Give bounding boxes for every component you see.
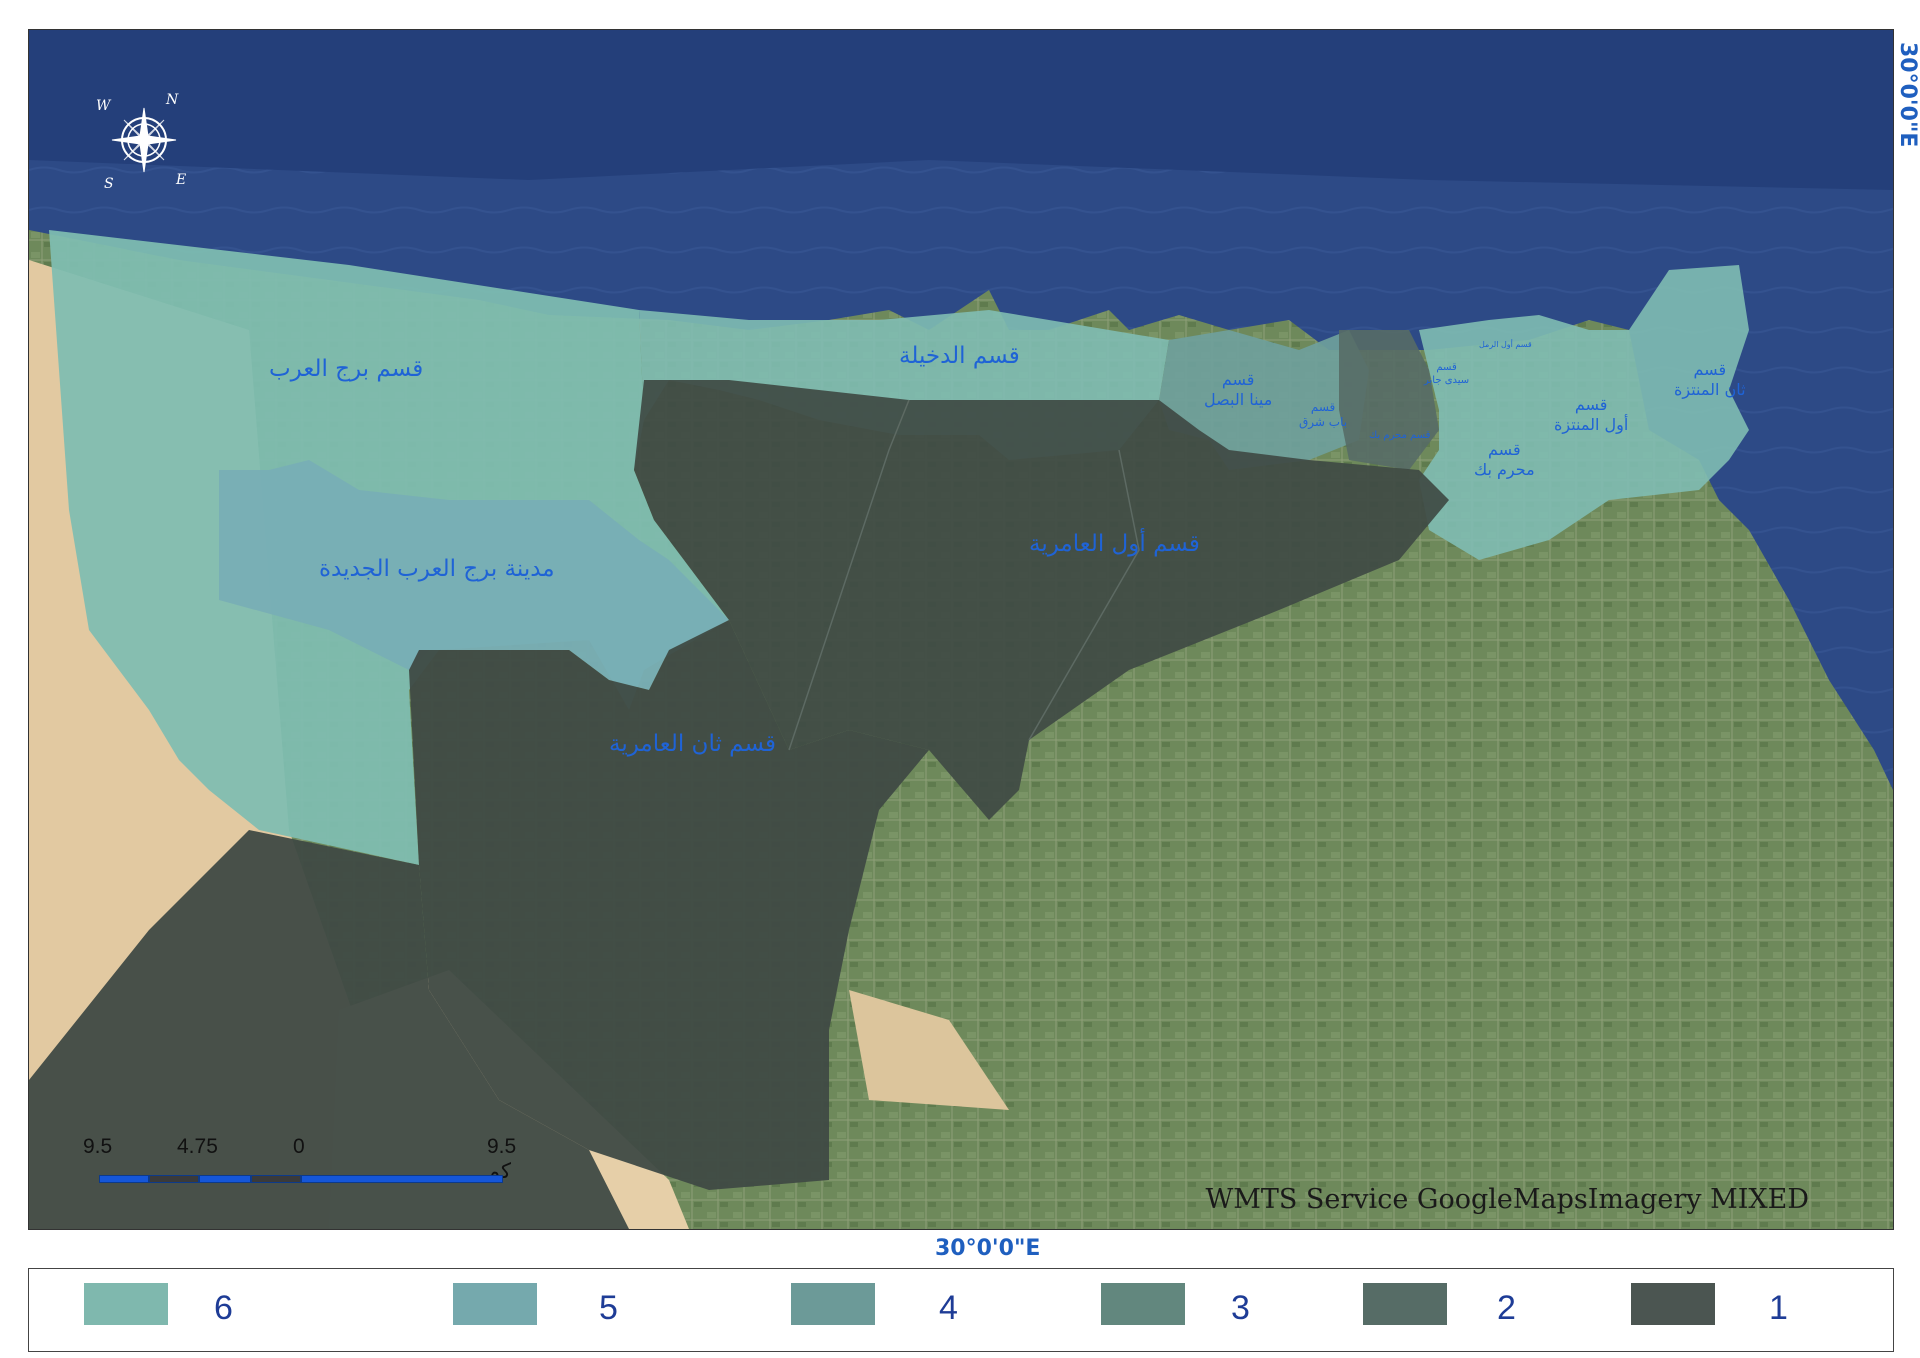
legend-swatch (453, 1283, 537, 1325)
legend-label: 1 (1769, 1289, 1788, 1327)
legend-item: 3 (1101, 1283, 1281, 1327)
compass-rose-icon: N E S W (84, 80, 204, 200)
legend-swatch (84, 1283, 168, 1325)
legend-item: 1 (1631, 1283, 1811, 1327)
compass-n: N (165, 92, 179, 108)
label-second-montaza: قسم ثان المنتزة (1674, 360, 1746, 399)
legend-swatch (1101, 1283, 1185, 1325)
scale-tick: 9.5 (83, 1135, 113, 1158)
legend-label: 3 (1231, 1289, 1250, 1327)
legend-item: 4 (791, 1283, 971, 1327)
label-sidi-gaber: قسم سيدى جابر (1424, 362, 1470, 386)
scale-segment (99, 1175, 149, 1183)
label-burg-el-arab: قسم برج العرب (269, 356, 424, 382)
graticule-label-bottom: 30°0'0"E (935, 1236, 1041, 1261)
label-first-amreya: قسم أول العامرية (1029, 531, 1200, 557)
label-mina-el-basal: قسم مينا البصل (1204, 370, 1273, 409)
scale-segment (149, 1175, 199, 1183)
scale-tick: 4.75 (177, 1135, 218, 1158)
label-bab-sharq: قسم باب شرق (1299, 400, 1348, 429)
scale-segment (301, 1175, 503, 1183)
label-dekheila: قسم الدخيلة (899, 343, 1020, 369)
label-new-burg-el-arab: مدينة برج العرب الجديدة (319, 556, 555, 582)
legend-item: 6 (84, 1283, 264, 1327)
map-canvas (29, 30, 1893, 1229)
map-legend: 6 5 4 3 2 1 (28, 1268, 1894, 1352)
label-first-montaza: قسم أول المنتزة (1554, 395, 1629, 434)
label-moharam-bek: قسم محرم بك (1474, 440, 1535, 479)
scale-segment (251, 1175, 301, 1183)
compass-s: S (104, 176, 114, 192)
scale-tick: 0 (293, 1135, 305, 1158)
label-first-raml: قسم أول الرمل (1479, 340, 1532, 349)
legend-swatch (791, 1283, 875, 1325)
legend-swatch (1363, 1283, 1447, 1325)
map-frame[interactable]: قسم برج العرب مدينة برج العرب الجديدة قس… (28, 29, 1894, 1230)
legend-label: 4 (939, 1289, 958, 1327)
legend-item: 2 (1363, 1283, 1543, 1327)
label-moharam-bek-small: قسم محرم بك (1369, 430, 1431, 441)
compass-w: W (96, 98, 112, 114)
legend-label: 2 (1497, 1289, 1516, 1327)
legend-swatch (1631, 1283, 1715, 1325)
legend-item: 5 (453, 1283, 633, 1327)
label-second-amreya: قسم ثان العامرية (609, 731, 776, 757)
basemap-attribution: WMTS Service GoogleMapsImagery MIXED (1205, 1184, 1809, 1215)
legend-label: 5 (599, 1289, 618, 1327)
legend-label: 6 (214, 1289, 233, 1327)
scale-bar: 9.5 4.75 0 9.5 كم (69, 1135, 516, 1195)
compass-e: E (175, 172, 186, 188)
scale-segment (199, 1175, 251, 1183)
graticule-label-right: 30°0'0"E (1895, 42, 1920, 148)
